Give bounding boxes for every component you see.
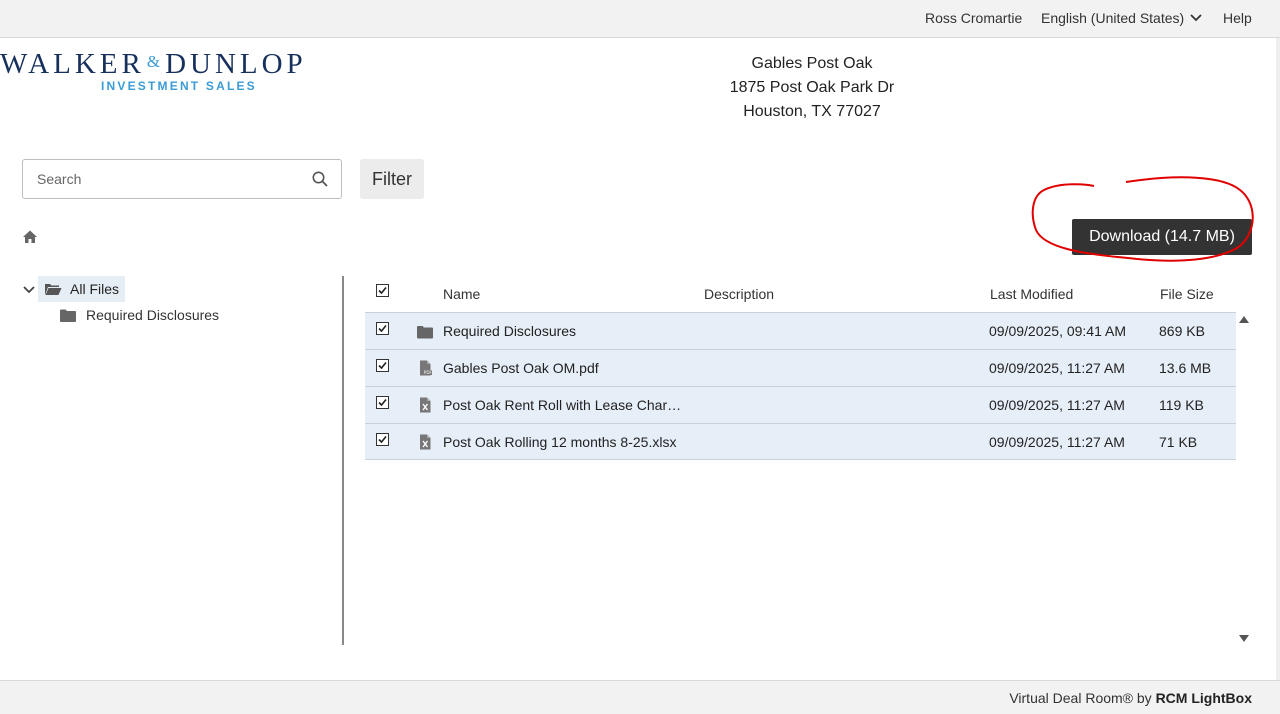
tree-item-all-files[interactable]: All Files <box>20 276 126 302</box>
footer-brand[interactable]: RCM LightBox <box>1156 690 1252 706</box>
table-header: Name Description Last Modified File Size <box>365 276 1236 312</box>
file-modified: 09/09/2025, 11:27 AM <box>989 434 1125 450</box>
property-name: Gables Post Oak <box>751 55 873 72</box>
logo-ampersand: & <box>146 52 161 71</box>
file-size: 13.6 MB <box>1159 360 1212 376</box>
excel-file-icon <box>420 397 431 413</box>
help-link[interactable]: Help <box>1223 10 1252 26</box>
scroll-up-arrow-icon[interactable] <box>1239 316 1249 323</box>
table-row[interactable]: Required Disclosures 09/09/2025, 09:41 A… <box>365 312 1236 349</box>
file-name[interactable]: Required Disclosures <box>443 323 576 339</box>
logo-subtitle: INVESTMENT SALES <box>101 79 257 93</box>
svg-text:PDF: PDF <box>424 370 433 375</box>
search-input[interactable] <box>23 160 293 198</box>
property-street: 1875 Post Oak Park Dr <box>729 79 895 96</box>
footer-prefix: Virtual Deal Room® by <box>1009 690 1156 706</box>
table-scrollbar[interactable] <box>1236 312 1250 646</box>
file-modified: 09/09/2025, 09:41 AM <box>989 323 1126 339</box>
logo-wordmark: WALKER & DUNLOP <box>0 48 350 81</box>
footer: Virtual Deal Room® by RCM LightBox <box>0 680 1280 714</box>
panel-divider[interactable] <box>342 276 344 645</box>
header-last-modified[interactable]: Last Modified <box>990 286 1073 302</box>
file-modified: 09/09/2025, 11:27 AM <box>989 360 1125 376</box>
home-icon[interactable] <box>22 229 38 245</box>
search-box <box>22 159 342 199</box>
user-name[interactable]: Ross Cromartie <box>925 10 1022 26</box>
row-checkbox[interactable] <box>376 396 389 409</box>
header-name[interactable]: Name <box>443 286 480 302</box>
company-logo: WALKER & DUNLOP INVESTMENT SALES <box>0 48 350 93</box>
file-name[interactable]: Post Oak Rent Roll with Lease Char… <box>443 397 681 413</box>
file-name[interactable]: Post Oak Rolling 12 months 8-25.xlsx <box>443 434 676 450</box>
footer-credit: Virtual Deal Room® by RCM LightBox <box>1009 690 1252 706</box>
file-size: 869 KB <box>1159 323 1205 339</box>
chevron-down-icon <box>1190 14 1202 22</box>
property-address: Gables Post Oak 1875 Post Oak Park Dr Ho… <box>612 52 1012 124</box>
page-scrollbar[interactable] <box>1276 38 1280 680</box>
language-label: English (United States) <box>1041 10 1185 26</box>
header-file-size[interactable]: File Size <box>1160 286 1214 302</box>
logo-word-right: DUNLOP <box>165 48 307 80</box>
file-size: 71 KB <box>1159 434 1198 450</box>
file-name[interactable]: Gables Post Oak OM.pdf <box>443 360 599 376</box>
language-selector[interactable]: English (United States) <box>1041 10 1202 26</box>
top-bar: Ross Cromartie English (United States) H… <box>0 0 1280 38</box>
tree-item-required-disclosures[interactable]: Required Disclosures <box>60 304 219 326</box>
file-modified: 09/09/2025, 11:27 AM <box>989 397 1125 413</box>
folder-icon <box>60 309 76 322</box>
logo-word-left: WALKER <box>0 48 145 80</box>
scroll-down-arrow-icon[interactable] <box>1239 635 1249 642</box>
select-all-checkbox[interactable] <box>376 284 389 297</box>
table-row[interactable]: Post Oak Rolling 12 months 8-25.xlsx 09/… <box>365 423 1236 460</box>
folder-open-icon <box>45 284 62 295</box>
file-size: 119 KB <box>1159 397 1204 413</box>
pdf-file-icon: PDF <box>420 360 433 376</box>
property-city: Houston, TX 77027 <box>743 103 881 120</box>
row-checkbox[interactable] <box>376 359 389 372</box>
row-checkbox[interactable] <box>376 433 389 446</box>
excel-file-icon <box>420 434 431 450</box>
folder-icon <box>417 326 433 339</box>
chevron-down-icon[interactable] <box>20 280 38 298</box>
download-button[interactable]: Download (14.7 MB) <box>1072 219 1252 255</box>
tree-child-label: Required Disclosures <box>86 307 220 323</box>
row-checkbox[interactable] <box>376 322 389 335</box>
header-description[interactable]: Description <box>704 286 774 302</box>
filter-button[interactable]: Filter <box>360 159 424 199</box>
tree-root-label: All Files <box>70 281 120 297</box>
search-icon[interactable] <box>311 170 329 188</box>
table-row[interactable]: PDF Gables Post Oak OM.pdf 09/09/2025, 1… <box>365 349 1236 386</box>
table-row[interactable]: Post Oak Rent Roll with Lease Char… 09/0… <box>365 386 1236 423</box>
file-table: Name Description Last Modified File Size… <box>365 276 1236 460</box>
